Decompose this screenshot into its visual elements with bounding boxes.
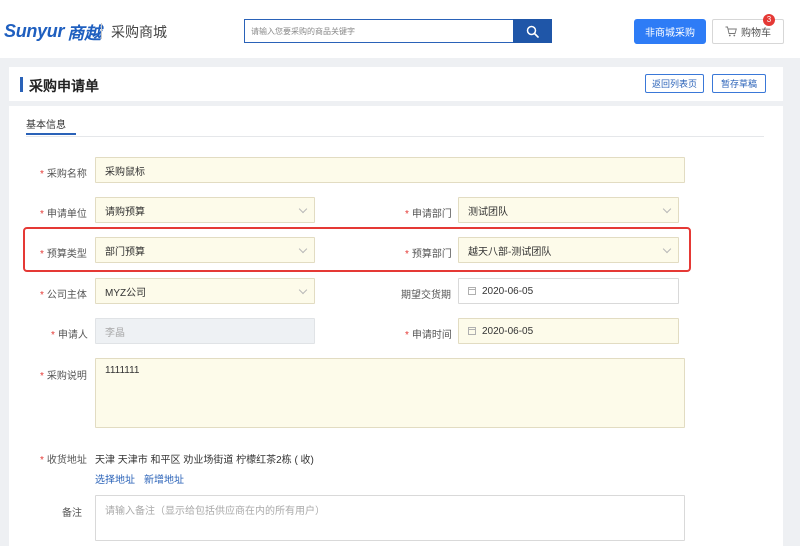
applicant-label: * 申请人 <box>51 330 88 341</box>
company-select[interactable]: MYZ公司 <box>95 278 315 304</box>
highlight-box <box>23 227 691 272</box>
apply-time-picker[interactable]: 2020-06-05 <box>458 318 679 344</box>
cart-icon <box>725 26 737 37</box>
calendar-icon <box>468 287 476 295</box>
description-textarea[interactable]: 1111111 <box>95 358 685 428</box>
remark-textarea[interactable]: 请输入备注（显示给包括供应商在内的所有用户） <box>95 495 685 541</box>
required-mark: * <box>40 169 44 180</box>
required-mark: * <box>40 455 44 466</box>
logo-text-cn: 商越 <box>67 23 102 43</box>
purchase-name-value: 采购鼠标 <box>105 166 145 178</box>
page-title: 采购申请单 <box>29 78 99 94</box>
cart-label: 购物车 <box>741 28 771 39</box>
title-accent-bar <box>20 77 23 92</box>
logo-divider <box>101 23 102 39</box>
select-address-link[interactable]: 选择地址 <box>95 471 135 486</box>
expected-date-value: 2020-06-05 <box>482 285 534 297</box>
apply-unit-label: * 申请单位 <box>40 209 87 220</box>
required-mark: * <box>51 330 55 341</box>
apply-time-value: 2020-06-05 <box>482 325 534 337</box>
page-header-panel: 采购申请单 返回列表页 暂存草稿 <box>9 67 783 101</box>
purchase-name-input[interactable]: 采购鼠标 <box>95 157 685 183</box>
apply-dept-label: * 申请部门 <box>405 209 452 220</box>
required-mark: * <box>40 209 44 220</box>
non-mall-purchase-button[interactable]: 非商城采购 <box>634 19 706 44</box>
search-icon <box>526 25 539 38</box>
required-mark: * <box>40 290 44 301</box>
search-input[interactable] <box>244 19 513 43</box>
tab-divider <box>26 136 764 137</box>
chevron-down-icon <box>298 204 308 214</box>
top-bar: Sunyur 商越 采购商城 非商城采购 购物车 3 <box>0 6 800 58</box>
back-to-list-button[interactable]: 返回列表页 <box>645 74 704 93</box>
calendar-icon <box>468 327 476 335</box>
address-label: * 收货地址 <box>40 455 87 466</box>
description-label: * 采购说明 <box>40 371 87 382</box>
mall-title: 采购商城 <box>111 24 167 40</box>
chevron-down-icon <box>298 285 308 295</box>
search-bar <box>244 19 552 43</box>
purchase-name-label: * 采购名称 <box>40 169 87 180</box>
required-mark: * <box>405 209 409 220</box>
applicant-value: 李晶 <box>105 327 125 339</box>
required-mark: * <box>405 330 409 341</box>
expected-date-picker[interactable]: 2020-06-05 <box>458 278 679 304</box>
address-value: 天津 天津市 和平区 劝业场街道 柠檬红茶2栋 ( 收) <box>95 455 314 466</box>
save-draft-button[interactable]: 暂存草稿 <box>712 74 766 93</box>
chevron-down-icon <box>662 204 672 214</box>
company-label: * 公司主体 <box>40 290 87 301</box>
apply-time-label: * 申请时间 <box>405 330 452 341</box>
apply-dept-value: 测试团队 <box>468 206 508 218</box>
apply-unit-select[interactable]: 请购预算 <box>95 197 315 223</box>
logo-text-en: Sunyur <box>4 20 65 41</box>
remark-placeholder: 请输入备注（显示给包括供应商在内的所有用户） <box>105 506 325 517</box>
sunyur-logo[interactable]: Sunyur 商越 <box>4 19 101 43</box>
tab-basic-info[interactable]: 基本信息 <box>26 116 66 131</box>
expected-date-label: 期望交货期 <box>401 290 451 301</box>
apply-dept-select[interactable]: 测试团队 <box>458 197 679 223</box>
description-value: 1111111 <box>105 365 140 376</box>
search-button[interactable] <box>513 19 552 43</box>
tab-active-indicator <box>26 133 76 135</box>
company-value: MYZ公司 <box>105 287 147 299</box>
required-mark: * <box>40 371 44 382</box>
cart-count-badge: 3 <box>763 14 775 26</box>
add-address-link[interactable]: 新增地址 <box>144 471 184 486</box>
apply-unit-value: 请购预算 <box>105 206 145 218</box>
remark-label: 备注 <box>62 508 82 519</box>
applicant-input: 李晶 <box>95 318 315 344</box>
cart-button[interactable]: 购物车 3 <box>712 14 784 44</box>
